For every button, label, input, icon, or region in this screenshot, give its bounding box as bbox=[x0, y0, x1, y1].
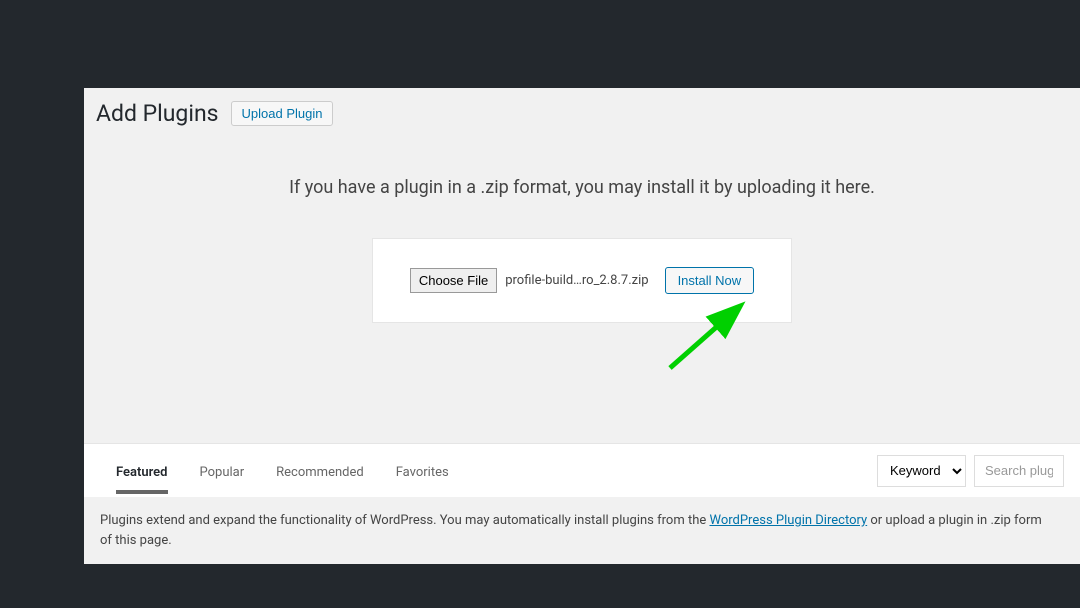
upload-form: Choose File profile-build…ro_2.8.7.zip I… bbox=[372, 238, 792, 323]
filter-tabs: Featured Popular Recommended Favorites K… bbox=[84, 443, 1080, 497]
tab-popular[interactable]: Popular bbox=[184, 447, 261, 494]
add-plugins-page: Add Plugins Upload Plugin If you have a … bbox=[84, 88, 1080, 528]
upload-section: If you have a plugin in a .zip format, y… bbox=[84, 127, 1080, 353]
upload-plugin-button[interactable]: Upload Plugin bbox=[231, 101, 334, 126]
selected-filename: profile-build…ro_2.8.7.zip bbox=[505, 273, 648, 288]
search-type-select[interactable]: Keyword bbox=[877, 455, 966, 487]
tab-favorites[interactable]: Favorites bbox=[380, 447, 465, 494]
search-area: Keyword bbox=[877, 455, 1064, 487]
page-title: Add Plugins bbox=[96, 100, 219, 127]
choose-file-button[interactable]: Choose File bbox=[410, 268, 497, 293]
tab-featured[interactable]: Featured bbox=[100, 447, 184, 494]
footer-description: Plugins extend and expand the functional… bbox=[84, 497, 1080, 564]
plugin-directory-link[interactable]: WordPress Plugin Directory bbox=[709, 513, 867, 528]
upload-instruction: If you have a plugin in a .zip format, y… bbox=[104, 177, 1060, 198]
footer-text-before: Plugins extend and expand the functional… bbox=[100, 513, 709, 528]
install-now-button[interactable]: Install Now bbox=[665, 267, 755, 294]
footer-text-after: or upload a plugin in .zip form bbox=[867, 513, 1042, 528]
tab-recommended[interactable]: Recommended bbox=[260, 447, 380, 494]
page-header: Add Plugins Upload Plugin bbox=[84, 88, 1080, 127]
search-input[interactable] bbox=[974, 455, 1064, 487]
footer-text-line2: of this page. bbox=[100, 533, 172, 548]
